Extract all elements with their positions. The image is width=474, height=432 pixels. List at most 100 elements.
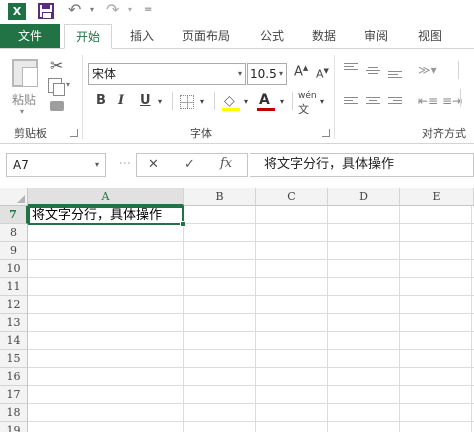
increase-font-size-icon[interactable]: A▲	[294, 64, 308, 79]
borders-icon[interactable]	[180, 95, 194, 109]
worksheet-grid[interactable]: A B C D E 7 8 9 10 11 12 13 14 15 16 17 …	[0, 188, 474, 432]
active-cell-a7[interactable]: 将文字分行，具体操作	[28, 206, 184, 225]
copy-icon[interactable]	[48, 78, 65, 96]
fill-color-dropdown-icon[interactable]: ▾	[244, 97, 248, 106]
tab-formulas[interactable]: 公式	[252, 24, 292, 48]
save-icon[interactable]	[38, 3, 54, 19]
customize-toolbar-icon[interactable]: =	[144, 4, 152, 15]
excel-logo-icon: X	[8, 3, 26, 20]
font-size-select[interactable]: 10.5 ▾	[247, 63, 287, 85]
format-painter-icon[interactable]	[50, 101, 64, 111]
row-header[interactable]: 13	[0, 314, 28, 332]
gridline	[327, 206, 328, 432]
orientation-icon[interactable]: ≫▾	[418, 63, 437, 77]
row-header[interactable]: 10	[0, 260, 28, 278]
row-header[interactable]: 8	[0, 224, 28, 242]
redo-dropdown-icon[interactable]: ▾	[128, 5, 132, 14]
divider	[214, 92, 215, 110]
column-header-a[interactable]: A	[28, 188, 184, 206]
row-header[interactable]: 18	[0, 404, 28, 422]
borders-dropdown-icon[interactable]: ▾	[200, 97, 204, 106]
align-middle-icon[interactable]	[366, 67, 380, 79]
row-header[interactable]: 14	[0, 332, 28, 350]
font-name-select[interactable]: 宋体 ▾	[88, 63, 246, 85]
font-name-dropdown-icon[interactable]: ▾	[238, 64, 242, 84]
font-size-dropdown-icon[interactable]: ▾	[279, 64, 283, 84]
tab-review[interactable]: 审阅	[356, 24, 396, 48]
divider	[172, 92, 173, 110]
paste-button-label[interactable]: 粘贴	[12, 91, 36, 108]
redo-icon[interactable]: ↷	[106, 0, 119, 19]
gridline	[28, 295, 474, 296]
tab-page-layout[interactable]: 页面布局	[176, 24, 236, 48]
underline-dropdown-icon[interactable]: ▾	[158, 97, 162, 106]
align-top-icon[interactable]	[344, 63, 358, 75]
align-bottom-icon[interactable]	[388, 71, 402, 83]
group-separator	[334, 55, 335, 139]
paste-icon[interactable]	[12, 59, 38, 87]
undo-icon[interactable]: ↶	[68, 0, 81, 19]
clipboard-dialog-launcher-icon[interactable]	[70, 129, 78, 137]
font-name-value: 宋体	[92, 67, 117, 81]
formula-bar: A7 ▾ ⋮ ✕ ✓ fx 将文字分行，具体操作	[0, 150, 474, 180]
align-right-icon[interactable]	[388, 97, 402, 109]
tab-file[interactable]: 文件	[0, 24, 60, 48]
tab-home[interactable]: 开始	[64, 24, 112, 49]
formula-bar-grip-icon[interactable]: ⋮	[118, 157, 132, 168]
decrease-indent-icon[interactable]: ⇤≡	[418, 94, 438, 108]
font-dialog-launcher-icon[interactable]	[322, 129, 330, 137]
undo-dropdown-icon[interactable]: ▾	[90, 5, 94, 14]
font-color-swatch	[257, 108, 275, 111]
italic-button[interactable]: I	[118, 93, 124, 108]
enter-icon[interactable]: ✓	[184, 157, 195, 172]
ribbon-home: 粘贴 ▾ ✂ ▾ 剪贴板 宋体 ▾ 10.5 ▾ A▲ A▼ 字体 ≫▾ ⇤≡ …	[0, 48, 474, 144]
row-header[interactable]: 17	[0, 386, 28, 404]
tab-data[interactable]: 数据	[304, 24, 344, 48]
decrease-font-size-icon[interactable]: A▼	[316, 67, 329, 81]
align-left-icon[interactable]	[344, 97, 358, 109]
alignment-group-label: 对齐方式	[422, 127, 466, 140]
row-header[interactable]: 16	[0, 368, 28, 386]
gridline	[399, 206, 400, 432]
row-header[interactable]: 15	[0, 350, 28, 368]
font-group-label: 字体	[190, 127, 212, 140]
column-header-e[interactable]: E	[400, 188, 474, 206]
row-header[interactable]: 19	[0, 422, 28, 432]
font-color-dropdown-icon[interactable]: ▾	[280, 97, 284, 106]
select-all-button[interactable]	[0, 188, 28, 206]
gridline	[28, 403, 474, 404]
name-box[interactable]: A7 ▾	[6, 153, 106, 177]
gridline	[28, 385, 474, 386]
copy-dropdown-icon[interactable]: ▾	[66, 80, 70, 89]
column-header-b[interactable]: B	[184, 188, 256, 206]
phonetic-guide-icon[interactable]: wén 文	[298, 91, 317, 117]
name-box-dropdown-icon[interactable]: ▾	[95, 154, 99, 176]
tab-view[interactable]: 视图	[410, 24, 450, 48]
phonetic-dropdown-icon[interactable]: ▾	[320, 97, 324, 106]
underline-button[interactable]: U	[140, 93, 151, 108]
row-header[interactable]: 9	[0, 242, 28, 260]
fill-handle[interactable]	[180, 221, 186, 227]
font-size-value: 10.5	[250, 67, 277, 81]
fill-color-icon[interactable]: ◇	[224, 93, 235, 109]
cut-icon[interactable]: ✂	[50, 56, 63, 75]
row-header[interactable]: 7	[0, 206, 28, 224]
fill-color-swatch	[222, 108, 240, 111]
insert-function-icon[interactable]: fx	[220, 156, 232, 171]
gridline	[28, 331, 474, 332]
formula-input[interactable]: 将文字分行，具体操作	[250, 153, 474, 177]
gridline	[471, 206, 472, 432]
paste-dropdown-icon[interactable]: ▾	[20, 107, 24, 116]
column-header-c[interactable]: C	[256, 188, 328, 206]
gridline	[28, 259, 474, 260]
gridline	[183, 206, 184, 432]
clipboard-group-label: 剪贴板	[14, 127, 47, 140]
row-header[interactable]: 11	[0, 278, 28, 296]
column-header-d[interactable]: D	[328, 188, 400, 206]
row-header[interactable]: 12	[0, 296, 28, 314]
bold-button[interactable]: B	[96, 93, 106, 108]
tab-insert[interactable]: 插入	[122, 24, 162, 48]
cancel-icon[interactable]: ✕	[148, 157, 159, 172]
font-color-icon[interactable]: A	[259, 92, 270, 108]
align-center-icon[interactable]	[366, 97, 380, 109]
